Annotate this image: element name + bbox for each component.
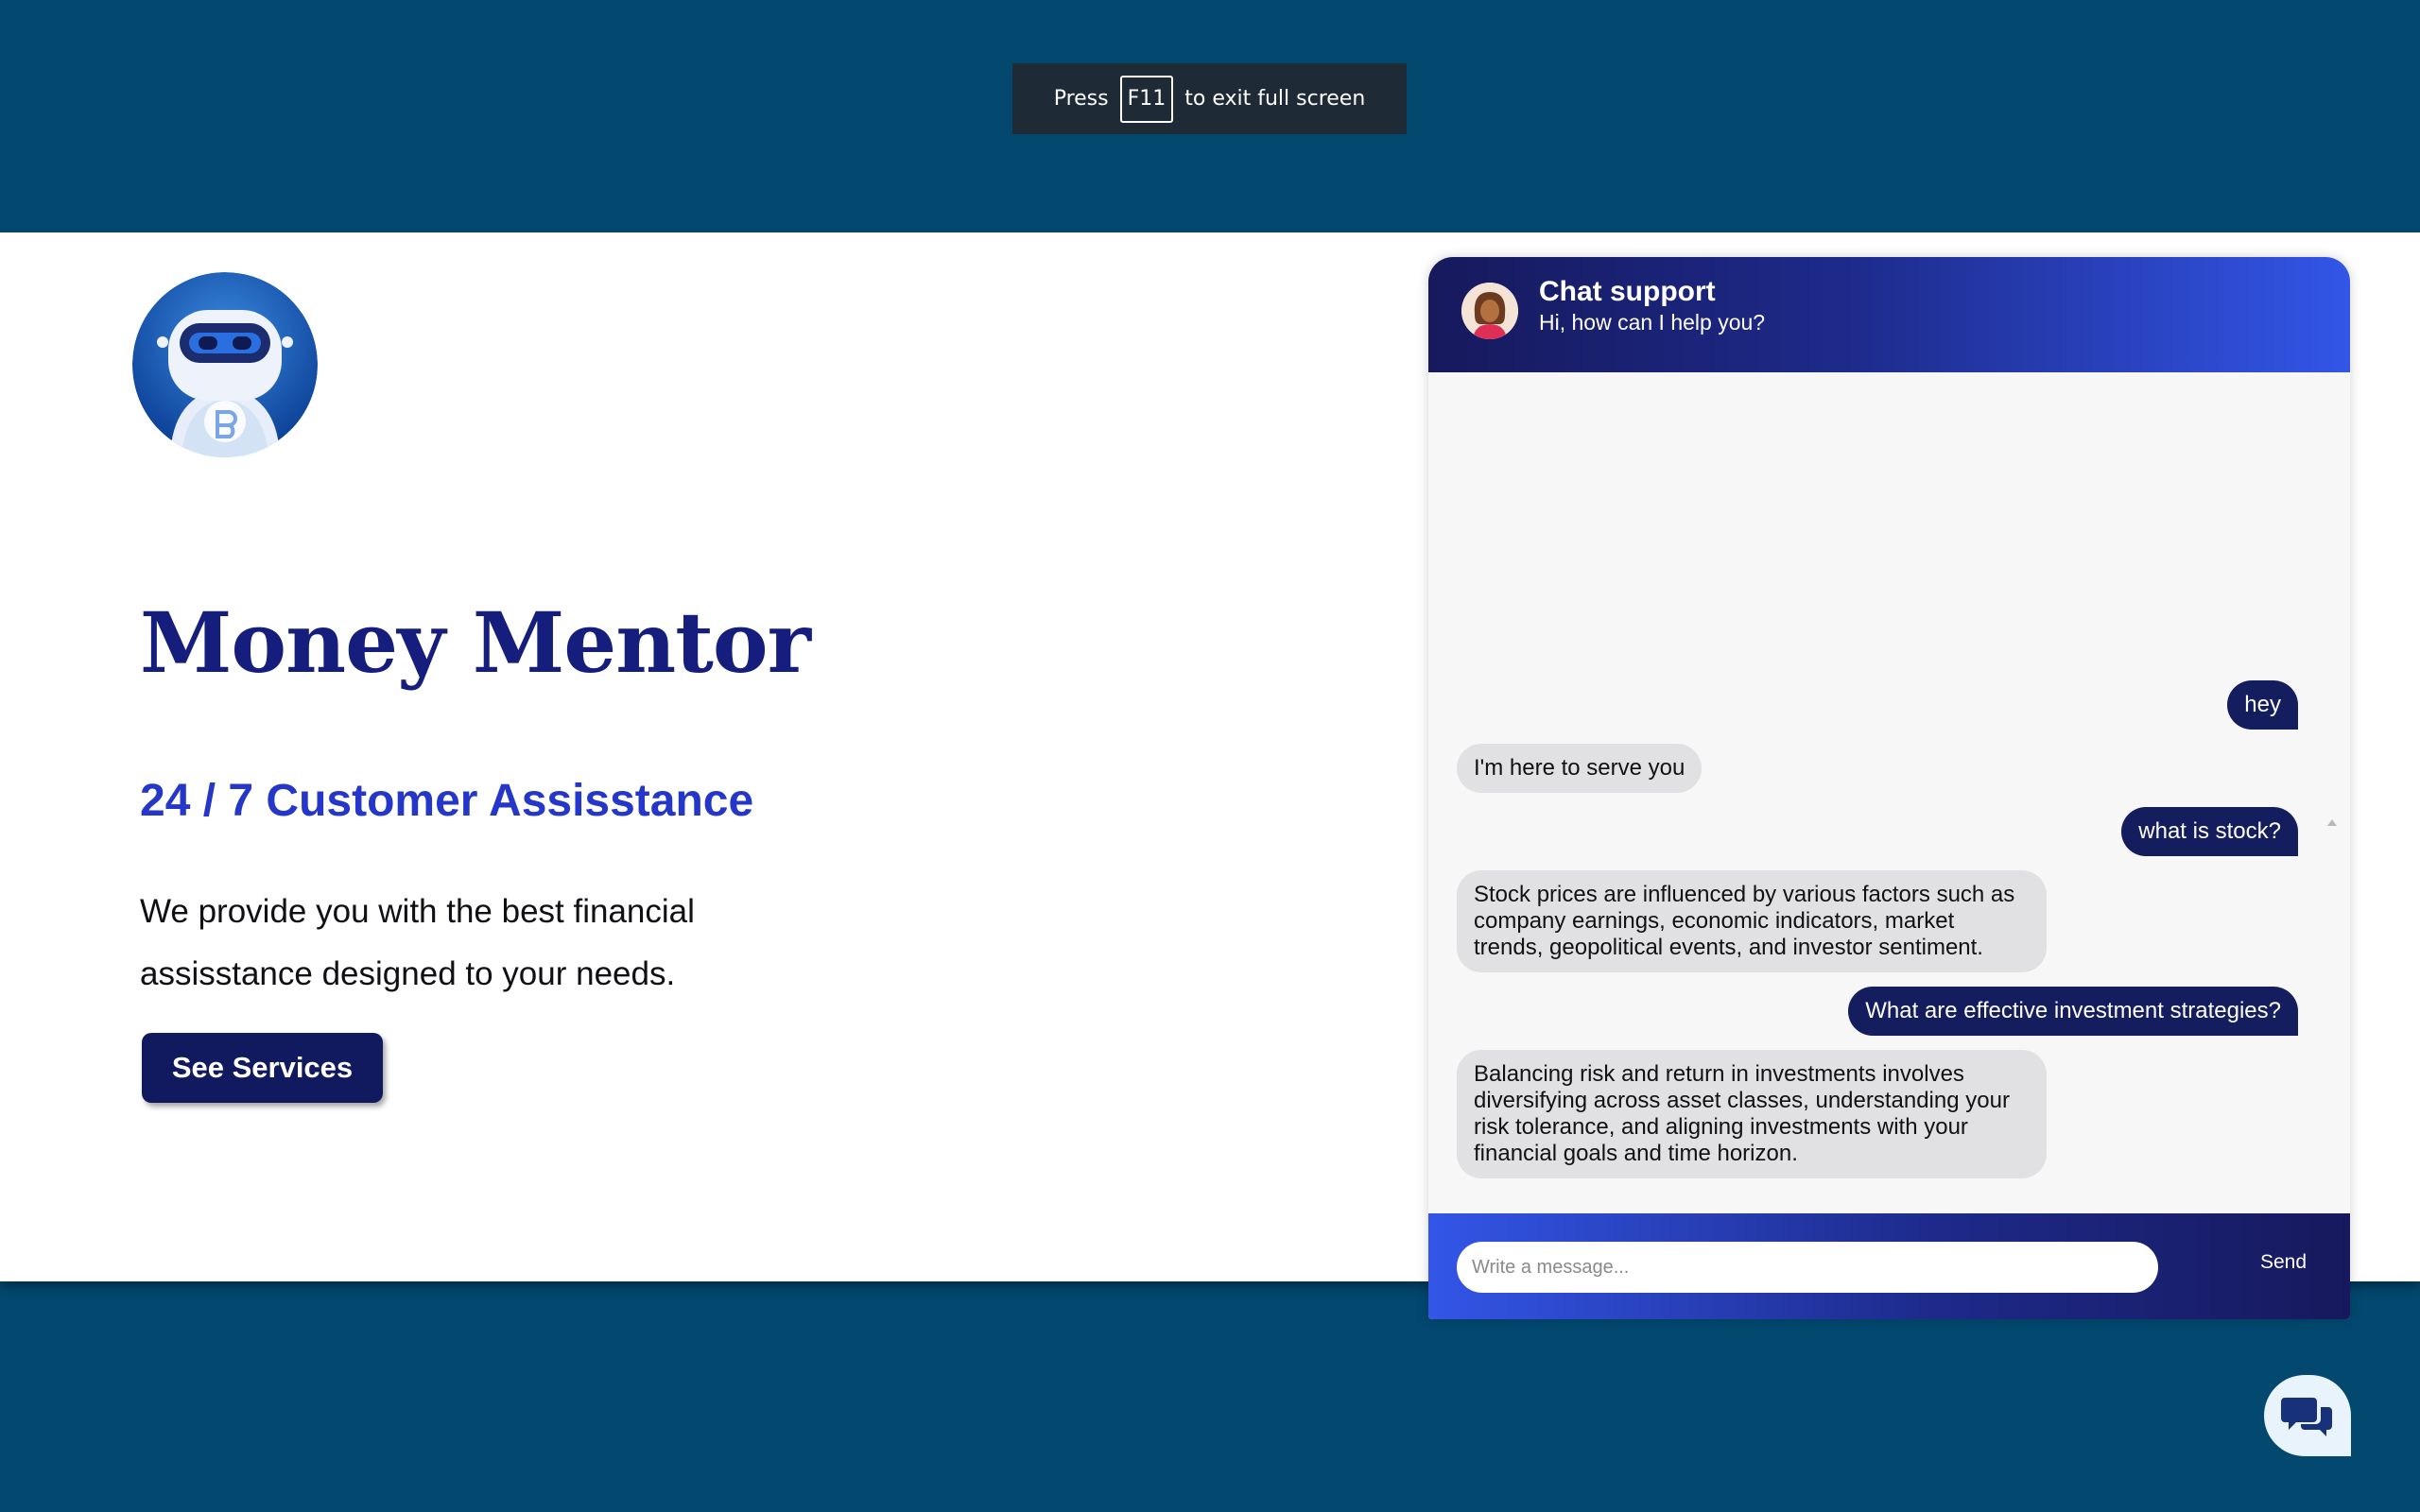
chat-message-list[interactable]: hey I'm here to serve you what is stock?… <box>1428 372 2350 1223</box>
chat-footer: Send <box>1428 1213 2350 1319</box>
see-services-button[interactable]: See Services <box>142 1033 383 1103</box>
page-title: Money Mentor <box>140 593 811 692</box>
fullscreen-exit-text: to exit full screen <box>1184 87 1366 111</box>
chat-message-bot: Balancing risk and return in investments… <box>1457 1050 2047 1178</box>
robot-logo-icon <box>132 272 318 457</box>
chat-message-user: hey <box>2227 680 2298 730</box>
chat-bubbles-icon <box>2281 1398 2332 1436</box>
fullscreen-notice: Press F11 to exit full screen <box>1012 63 1407 134</box>
scroll-up-arrow-icon[interactable] <box>2327 819 2337 826</box>
chat-message-user: What are effective investment strategies… <box>1848 987 2298 1036</box>
chat-message-bot: I'm here to serve you <box>1457 744 1703 793</box>
chat-launcher-button[interactable] <box>2264 1375 2351 1456</box>
chat-support-window: Chat support Hi, how can I help you? hey… <box>1428 257 2350 1319</box>
f11-key-badge: F11 <box>1119 75 1174 123</box>
support-agent-avatar-icon <box>1461 283 1518 339</box>
message-input[interactable] <box>1457 1242 2158 1293</box>
fullscreen-press-text: Press <box>1053 87 1109 111</box>
chat-message-bot: Stock prices are influenced by various f… <box>1457 870 2047 972</box>
page-subtitle: 24 / 7 Customer Assisstance <box>140 776 754 826</box>
chat-title: Chat support <box>1539 276 1716 307</box>
chat-greeting: Hi, how can I help you? <box>1539 310 1766 335</box>
chat-header: Chat support Hi, how can I help you? <box>1428 257 2350 372</box>
send-button[interactable]: Send <box>2260 1251 2307 1274</box>
chat-message-user: what is stock? <box>2121 807 2298 856</box>
hero-description: We provide you with the best financial a… <box>140 893 695 992</box>
